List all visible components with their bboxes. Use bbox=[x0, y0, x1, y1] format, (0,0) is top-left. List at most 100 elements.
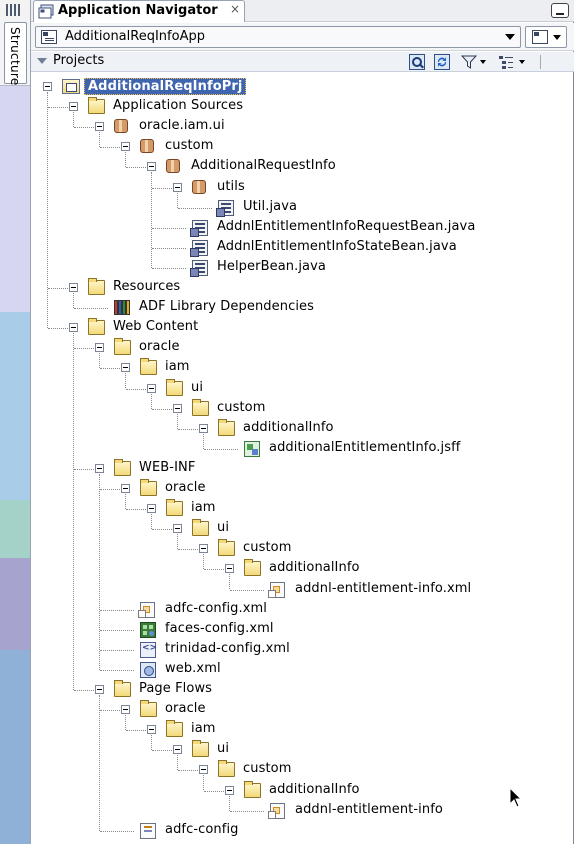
tree-node[interactable]: WEB-INF bbox=[31, 458, 574, 479]
tree-node[interactable]: additionalEntitlementInfo.jsff bbox=[31, 439, 574, 459]
tree-node[interactable]: Util.java bbox=[31, 198, 574, 218]
tree-node[interactable]: AdditionalRequestInfo bbox=[31, 157, 574, 177]
tree-node[interactable]: custom bbox=[31, 760, 574, 780]
tree-node[interactable]: AddnlEntitlementInfoStateBean.java bbox=[31, 238, 574, 258]
collapse-toggle-icon[interactable] bbox=[43, 82, 52, 91]
sort-dropdown-icon[interactable] bbox=[519, 60, 525, 64]
tree-node[interactable]: HelperBean.java bbox=[31, 258, 574, 278]
tree-node[interactable]: ui bbox=[31, 519, 574, 539]
tree-connector-line bbox=[152, 529, 172, 531]
application-menu-icon bbox=[532, 30, 548, 44]
tree-node-label: Web Content bbox=[113, 319, 199, 335]
tree-node[interactable]: Application Sources bbox=[31, 97, 574, 117]
minimize-button[interactable] bbox=[551, 3, 569, 18]
collapse-toggle-icon[interactable] bbox=[173, 745, 182, 755]
tree-node[interactable]: custom bbox=[31, 539, 574, 559]
chevron-down-icon bbox=[505, 34, 515, 40]
tree-node[interactable]: ADF Library Dependencies bbox=[31, 298, 574, 318]
close-tab-icon[interactable]: × bbox=[230, 2, 240, 16]
application-select-value: AdditionalReqInfoApp bbox=[65, 29, 205, 44]
tree-node-label: custom bbox=[165, 138, 214, 154]
collapse-toggle-icon[interactable] bbox=[121, 142, 130, 152]
collapse-toggle-icon[interactable] bbox=[121, 705, 130, 715]
collapse-toggle-icon[interactable] bbox=[199, 765, 208, 775]
tree-node-label: custom bbox=[217, 399, 266, 415]
tree-node[interactable]: AddnlEntitlementInfoRequestBean.java bbox=[31, 218, 574, 238]
sync-icon[interactable] bbox=[434, 54, 450, 70]
collapse-toggle-icon[interactable] bbox=[225, 564, 234, 574]
tree-connector-line bbox=[230, 589, 264, 591]
tree-node[interactable]: ui bbox=[31, 378, 574, 399]
java-file-icon bbox=[190, 219, 208, 237]
collapse-toggle-icon[interactable] bbox=[95, 463, 104, 473]
tree-connector-line bbox=[48, 288, 68, 289]
tree-connector-line bbox=[152, 227, 186, 229]
collapse-toggle-icon[interactable] bbox=[173, 524, 182, 534]
tree-node[interactable]: addnl-entitlement-info bbox=[31, 801, 574, 821]
filter-dropdown-icon[interactable] bbox=[480, 60, 486, 64]
collapse-toggle-icon[interactable] bbox=[173, 182, 182, 192]
tree-connector-line bbox=[230, 810, 264, 812]
collapse-toggle-icon[interactable] bbox=[69, 102, 78, 112]
tree-connector-line bbox=[47, 92, 48, 329]
folder-icon bbox=[166, 720, 183, 738]
tree-connector-line bbox=[100, 368, 120, 370]
structure-tab[interactable]: Structure bbox=[4, 22, 27, 86]
tree-connector-line bbox=[126, 509, 146, 511]
application-menu-button[interactable] bbox=[525, 26, 567, 48]
tree-node[interactable]: custom bbox=[31, 398, 574, 419]
tree-connector-line bbox=[152, 187, 172, 189]
tree-node[interactable]: AdditionalReqInfoPrj bbox=[31, 77, 574, 97]
tree-node[interactable]: utils bbox=[31, 178, 574, 198]
collapse-toggle-icon[interactable] bbox=[147, 725, 156, 735]
tree-node[interactable]: oracle.iam.ui bbox=[31, 117, 574, 137]
folder-icon bbox=[140, 700, 157, 718]
tree-node[interactable]: iam bbox=[31, 499, 574, 519]
collapse-toggle-icon[interactable] bbox=[69, 283, 78, 292]
tree-node-label: oracle bbox=[165, 480, 206, 495]
collapse-toggle-icon[interactable] bbox=[69, 323, 78, 333]
tree-connector-line bbox=[125, 715, 126, 731]
application-navigator-tab[interactable]: Application Navigator × bbox=[33, 0, 245, 22]
tree-node[interactable]: addnl-entitlement-info.xml bbox=[31, 580, 574, 600]
tree-node-label: iam bbox=[191, 721, 216, 737]
folder-icon bbox=[166, 378, 183, 396]
collapse-toggle-icon[interactable] bbox=[147, 504, 156, 514]
java-file-icon bbox=[216, 199, 234, 217]
search-icon[interactable] bbox=[409, 54, 425, 70]
tree-node-label: addnl-entitlement-info bbox=[295, 801, 443, 817]
tree-node[interactable]: oracle bbox=[31, 338, 574, 358]
tree-node[interactable]: additionalInfo bbox=[31, 418, 574, 439]
collapse-toggle-icon[interactable] bbox=[147, 162, 156, 172]
tree-node-label: ui bbox=[217, 741, 230, 757]
tree-connector-line bbox=[152, 267, 186, 269]
tree-node[interactable]: Web Content bbox=[31, 318, 574, 338]
collapse-toggle-icon[interactable] bbox=[199, 423, 208, 433]
collapse-toggle-icon[interactable] bbox=[173, 403, 182, 413]
collapse-toggle-icon[interactable] bbox=[95, 685, 104, 694]
project-icon bbox=[62, 79, 80, 94]
collapse-toggle-icon[interactable] bbox=[95, 122, 104, 132]
tree-connector-line bbox=[125, 373, 126, 389]
panel-title-bar: Application Navigator × bbox=[31, 0, 574, 22]
web-xml-icon bbox=[140, 661, 156, 678]
collapse-toggle-icon[interactable] bbox=[121, 484, 130, 493]
panel-grip-icon[interactable] bbox=[6, 4, 24, 18]
tree-node[interactable]: Page Flows bbox=[31, 680, 574, 700]
collapse-toggle-icon[interactable] bbox=[225, 785, 234, 795]
collapse-toggle-icon[interactable] bbox=[121, 363, 130, 373]
collapse-projects-icon[interactable] bbox=[37, 58, 47, 64]
tree-node[interactable]: Resources bbox=[31, 278, 574, 298]
tree-node[interactable]: additionalInfo bbox=[31, 780, 574, 801]
filter-icon[interactable] bbox=[461, 54, 477, 70]
collapse-toggle-icon[interactable] bbox=[95, 343, 104, 353]
tree-node-label: HelperBean.java bbox=[217, 258, 326, 274]
tree-node[interactable]: ui bbox=[31, 740, 574, 760]
collapse-toggle-icon[interactable] bbox=[199, 544, 208, 554]
sort-options-icon[interactable] bbox=[498, 54, 514, 70]
collapse-toggle-icon[interactable] bbox=[147, 383, 156, 393]
tree-node[interactable]: additionalInfo bbox=[31, 559, 574, 579]
tree-node[interactable]: iam bbox=[31, 720, 574, 740]
application-select[interactable]: AdditionalReqInfoApp bbox=[35, 26, 521, 48]
tree-node-label: addnl-entitlement-info.xml bbox=[295, 580, 472, 596]
